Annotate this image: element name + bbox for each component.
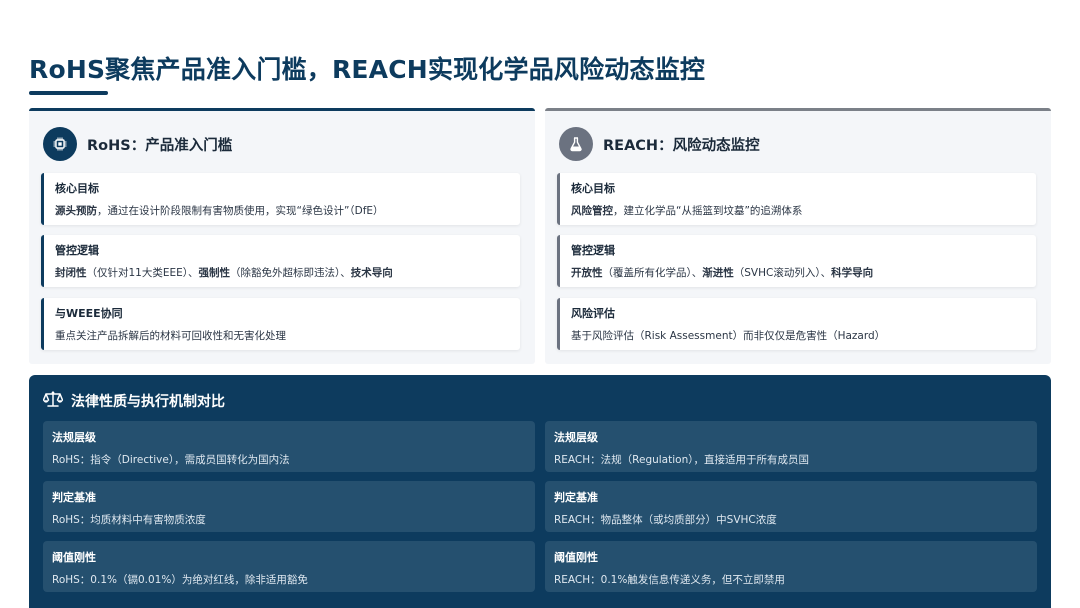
- card-label: 风险评估: [571, 307, 615, 320]
- comparison-title: 法律性质与执行机制对比: [71, 394, 225, 410]
- card-text-emphasis: 开放性: [571, 267, 603, 279]
- card-label: 核心目标: [55, 182, 99, 195]
- reach-panel: REACH：风险动态监控 核心目标 风险管控，建立化学品“从摇篮到坟墓”的追溯体…: [545, 108, 1051, 364]
- comparison-cell-reach-threshold: 阈值刚性 REACH：0.1%触发信息传递义务，但不立即禁用: [545, 541, 1037, 592]
- cell-text: RoHS：均质材料中有害物质浓度: [52, 514, 206, 526]
- card-text-emphasis: 封闭性: [55, 267, 87, 279]
- cell-label: 判定基准: [554, 491, 598, 504]
- card-text-emphasis: 科学导向: [831, 267, 874, 279]
- comparison-cell-rohs-basis: 判定基准 RoHS：均质材料中有害物质浓度: [43, 481, 535, 532]
- rohs-card-weee: 与WEEE协同 重点关注产品拆解后的材料可回收性和无害化处理: [41, 298, 520, 350]
- reach-card-core-goal: 核心目标 风险管控，建立化学品“从摇篮到坟墓”的追溯体系: [557, 173, 1036, 225]
- cell-label: 法规层级: [554, 431, 598, 444]
- comparison-cell-reach-level: 法规层级 REACH：法规（Regulation），直接适用于所有成员国: [545, 421, 1037, 472]
- comparison-panel: 法律性质与执行机制对比 法规层级 RoHS：指令（Directive），需成员国…: [29, 375, 1051, 608]
- card-label: 核心目标: [571, 182, 615, 195]
- card-text: 重点关注产品拆解后的材料可回收性和无害化处理: [55, 328, 520, 343]
- comparison-cell-reach-basis: 判定基准 REACH：物品整体（或均质部分）中SVHC浓度: [545, 481, 1037, 532]
- rohs-card-control-logic: 管控逻辑 封闭性（仅针对11大类EEE）、强制性（除豁免外超标即违法）、技术导向: [41, 235, 520, 287]
- flask-icon: [559, 127, 593, 161]
- card-text-segment: ，建立化学品“从摇篮到坟墓”的追溯体系: [613, 205, 803, 217]
- rohs-panel-title: RoHS：产品准入门槛: [87, 137, 233, 154]
- comparison-cell-rohs-threshold: 阈值刚性 RoHS：0.1%（镉0.01%）为绝对红线，除非适用豁免: [43, 541, 535, 592]
- chip-icon: [43, 127, 77, 161]
- comparison-cell-rohs-level: 法规层级 RoHS：指令（Directive），需成员国转化为国内法: [43, 421, 535, 472]
- page-title: RoHS聚焦产品准入门槛，REACH实现化学品风险动态监控: [29, 55, 706, 84]
- card-label: 管控逻辑: [55, 244, 99, 257]
- card-text-segment: （仅针对11大类EEE）、: [86, 267, 199, 279]
- card-text-emphasis: 源头预防: [55, 205, 97, 217]
- cell-text: REACH：物品整体（或均质部分）中SVHC浓度: [554, 514, 777, 526]
- reach-card-risk-assessment: 风险评估 基于风险评估（Risk Assessment）而非仅仅是危害性（Haz…: [557, 298, 1036, 350]
- card-text-segment: 基于风险评估（Risk Assessment）而非仅仅是危害性（Hazard）: [571, 330, 886, 342]
- card-label: 管控逻辑: [571, 244, 615, 257]
- card-text-segment: 重点关注产品拆解后的材料可回收性和无害化处理: [55, 330, 286, 342]
- card-text-segment: （除豁免外超标即违法）、: [230, 267, 351, 279]
- card-text-emphasis: 技术导向: [350, 267, 393, 279]
- cell-text: REACH：0.1%触发信息传递义务，但不立即禁用: [554, 574, 785, 586]
- reach-panel-title: REACH：风险动态监控: [603, 137, 760, 154]
- card-text-emphasis: 风险管控: [571, 205, 613, 217]
- cell-label: 阈值刚性: [52, 551, 96, 564]
- cell-label: 判定基准: [52, 491, 96, 504]
- card-text: 源头预防，通过在设计阶段限制有害物质使用，实现“绿色设计”（DfE）: [55, 203, 520, 218]
- cell-label: 法规层级: [52, 431, 96, 444]
- card-text-segment: ，通过在设计阶段限制有害物质使用，实现“绿色设计”（DfE）: [97, 205, 384, 217]
- card-text: 风险管控，建立化学品“从摇篮到坟墓”的追溯体系: [571, 203, 1036, 218]
- card-text-emphasis: 渐进性: [702, 267, 734, 279]
- rohs-panel: RoHS：产品准入门槛 核心目标 源头预防，通过在设计阶段限制有害物质使用，实现…: [29, 108, 535, 364]
- cell-text: RoHS：指令（Directive），需成员国转化为国内法: [52, 454, 290, 466]
- reach-panel-header: REACH：风险动态监控: [559, 127, 760, 161]
- scale-icon: [42, 390, 64, 412]
- rohs-panel-header: RoHS：产品准入门槛: [43, 127, 232, 161]
- comparison-header: 法律性质与执行机制对比: [42, 390, 225, 412]
- card-text: 基于风险评估（Risk Assessment）而非仅仅是危害性（Hazard）: [571, 328, 1036, 343]
- cell-label: 阈值刚性: [554, 551, 598, 564]
- rohs-card-core-goal: 核心目标 源头预防，通过在设计阶段限制有害物质使用，实现“绿色设计”（DfE）: [41, 173, 520, 225]
- card-text-segment: （覆盖所有化学品）、: [602, 267, 703, 279]
- card-text: 封闭性（仅针对11大类EEE）、强制性（除豁免外超标即违法）、技术导向: [55, 265, 520, 280]
- card-text-emphasis: 强制性: [198, 267, 231, 279]
- cell-text: RoHS：0.1%（镉0.01%）为绝对红线，除非适用豁免: [52, 574, 308, 586]
- card-text-segment: （SVHC滚动列入）、: [733, 267, 832, 279]
- card-text: 开放性（覆盖所有化学品）、渐进性（SVHC滚动列入）、科学导向: [571, 265, 1036, 280]
- card-label: 与WEEE协同: [55, 307, 123, 320]
- title-underline: [29, 91, 108, 95]
- reach-card-control-logic: 管控逻辑 开放性（覆盖所有化学品）、渐进性（SVHC滚动列入）、科学导向: [557, 235, 1036, 287]
- cell-text: REACH：法规（Regulation），直接适用于所有成员国: [554, 454, 809, 466]
